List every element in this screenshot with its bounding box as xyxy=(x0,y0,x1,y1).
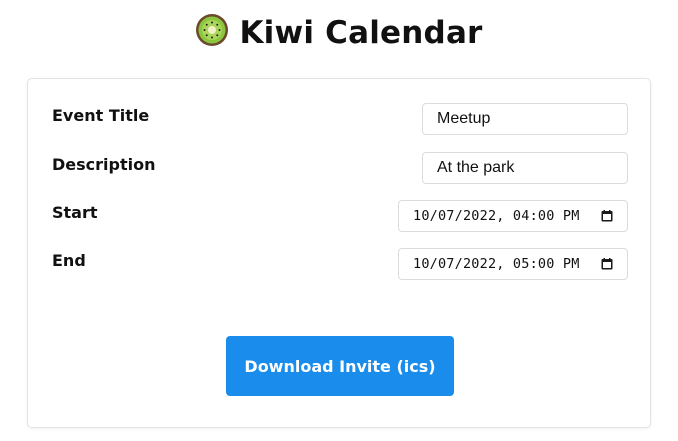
end-datetime-value: 10/07/2022, 05:00 PM xyxy=(413,256,580,272)
kiwi-fruit-icon xyxy=(195,13,229,47)
event-title-input[interactable]: Meetup xyxy=(422,103,628,135)
description-input[interactable]: At the park xyxy=(422,152,628,184)
event-form-card: Event Title Meetup Description At the pa… xyxy=(27,78,651,428)
page: Kiwi Calendar Event Title Meetup Descrip… xyxy=(0,0,678,441)
calendar-icon[interactable] xyxy=(601,258,613,270)
start-label: Start xyxy=(52,203,98,222)
description-label: Description xyxy=(52,155,156,174)
description-value: At the park xyxy=(437,159,515,176)
app-title-text: Kiwi Calendar xyxy=(239,15,483,51)
page-title: Kiwi Calendar xyxy=(0,12,678,54)
start-datetime-value: 10/07/2022, 04:00 PM xyxy=(413,208,580,224)
event-title-value: Meetup xyxy=(437,110,491,127)
end-datetime-input[interactable]: 10/07/2022, 05:00 PM xyxy=(398,248,628,280)
end-label: End xyxy=(52,251,86,270)
event-title-label: Event Title xyxy=(52,106,150,125)
calendar-icon[interactable] xyxy=(601,210,613,222)
download-invite-button[interactable]: Download Invite (ics) xyxy=(226,336,454,396)
start-datetime-input[interactable]: 10/07/2022, 04:00 PM xyxy=(398,200,628,232)
